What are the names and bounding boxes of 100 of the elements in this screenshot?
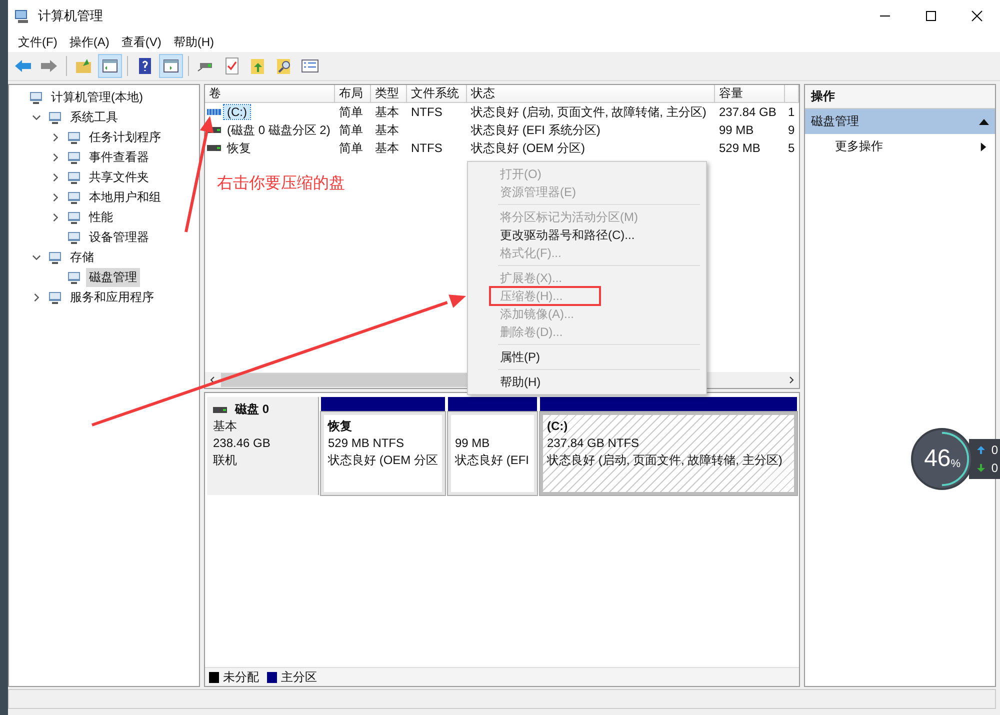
actions-section[interactable]: 磁盘管理	[805, 109, 995, 134]
tree-item[interactable]: 系统工具	[67, 108, 121, 126]
partition-status: 状态良好 (启动, 页面文件, 故障转储, 主分区)	[547, 452, 784, 469]
table-cell: 简单	[339, 104, 363, 118]
node-icon	[66, 149, 82, 165]
partition-size: 237.84 GB NTFS	[547, 435, 640, 452]
chevron-icon[interactable]	[51, 212, 60, 222]
partition-block[interactable]: (C:) 237.84 GB NTFS 状态良好 (启动, 页面文件, 故障转储, 主分区)	[540, 412, 797, 495]
table-cell: 基本	[375, 140, 399, 154]
node-icon	[47, 289, 63, 305]
partition-status: 状态良好 (OEM 分区	[328, 452, 438, 469]
menu-item[interactable]: 查看(V)	[115, 34, 168, 50]
tree-item[interactable]: 服务和应用程序	[67, 288, 157, 306]
chevron-icon[interactable]	[32, 252, 41, 262]
chevron-icon[interactable]	[51, 172, 60, 182]
tree-item[interactable]: 设备管理器	[86, 228, 152, 246]
column-header[interactable]: 状态	[467, 85, 715, 103]
tree-item[interactable]: 本地用户和组	[86, 188, 164, 206]
table-cell: 1	[788, 105, 795, 119]
legend-label: 未分配	[223, 668, 259, 686]
drive-icon	[213, 406, 227, 414]
submenu-triangle-icon	[980, 142, 987, 152]
table-cell: 237.84 GB	[719, 105, 776, 119]
table-cell: 99 MB	[719, 123, 754, 137]
table-cell: 基本	[375, 122, 399, 136]
column-header[interactable]: 容量	[715, 85, 785, 103]
column-header[interactable]: 卷	[205, 85, 335, 103]
disk-type: 基本	[213, 418, 238, 435]
gauge-value: 46	[924, 445, 951, 473]
table-cell: 简单	[339, 140, 363, 154]
volume-name[interactable]: (C:)	[224, 105, 250, 119]
up-arrow-icon	[977, 446, 986, 454]
gauge-unit: %	[950, 458, 961, 470]
partition-status: 状态良好 (EFI	[455, 452, 530, 469]
table-cell: 状态良好 (启动, 页面文件, 故障转储, 主分区)	[471, 104, 706, 118]
column-header[interactable]: 布局	[335, 85, 371, 103]
menu-item[interactable]: 帮助(H)	[470, 373, 704, 391]
window-title: 计算机管理	[38, 7, 103, 25]
node-icon	[66, 229, 82, 245]
table-cell: 状态良好 (OEM 分区)	[471, 140, 585, 154]
node-icon	[66, 209, 82, 225]
disk-size: 238.46 GB	[213, 435, 272, 452]
legend-label: 主分区	[281, 668, 317, 686]
disk-name: 磁盘 0	[235, 401, 270, 418]
volume-name[interactable]: (磁盘 0 磁盘分区 2)	[224, 122, 334, 138]
node-icon	[66, 269, 82, 285]
column-header[interactable]: 文件系统	[407, 85, 467, 103]
table-cell: NTFS	[411, 105, 442, 119]
chevron-icon[interactable]	[51, 152, 60, 162]
menu-item[interactable]: 文件(F)	[12, 34, 64, 50]
tree-item[interactable]: 磁盘管理	[86, 268, 140, 286]
down-arrow-icon	[977, 464, 986, 472]
node-icon	[28, 89, 44, 105]
tree-item[interactable]: 事件查看器	[86, 148, 152, 166]
table-cell: NTFS	[411, 141, 442, 155]
volume-name[interactable]: 恢复	[224, 140, 254, 156]
partition-size: 529 MB NTFS	[328, 435, 406, 452]
node-icon	[47, 249, 63, 265]
actions-header: 操作	[805, 85, 995, 109]
chevron-icon[interactable]	[32, 112, 41, 122]
node-icon	[66, 129, 82, 145]
node-icon	[66, 189, 82, 205]
chevron-icon[interactable]	[32, 292, 41, 302]
partition-title: 恢复	[328, 418, 353, 435]
panel-icon[interactable]	[99, 55, 121, 77]
tree-item[interactable]: 计算机管理(本地)	[48, 88, 146, 106]
partition-block[interactable]: 恢复 529 MB NTFS 状态良好 (OEM 分区	[321, 412, 445, 495]
menu-item[interactable]: 更改驱动器号和路径(C)...	[470, 226, 704, 244]
menu-item[interactable]: 属性(P)	[470, 348, 704, 366]
table-cell: 529 MB	[719, 141, 760, 155]
disk-status: 联机	[213, 452, 238, 469]
column-header[interactable]: 类型	[371, 85, 407, 103]
table-cell: 9	[788, 123, 795, 137]
striped-drive-icon	[207, 108, 221, 116]
upload-speed: 0	[991, 443, 998, 457]
section-title: 磁盘管理	[811, 113, 859, 130]
collapse-triangle-icon[interactable]	[979, 118, 989, 126]
download-speed: 0	[991, 461, 998, 475]
table-cell: 基本	[375, 104, 399, 118]
menu-item[interactable]: 帮助(H)	[167, 34, 220, 50]
drive-icon	[207, 144, 221, 152]
action-link[interactable]: 更多操作	[835, 138, 883, 155]
tree-item[interactable]: 共享文件夹	[86, 168, 152, 186]
node-icon	[47, 109, 63, 125]
partition-block[interactable]: 99 MB 状态良好 (EFI	[448, 412, 537, 495]
menu-item[interactable]: 操作(A)	[63, 34, 116, 50]
table-cell: 状态良好 (EFI 系统分区)	[471, 122, 600, 136]
annotation-text: 右击你要压缩的盘	[217, 174, 345, 194]
table-cell: 5	[788, 141, 795, 155]
node-icon	[66, 169, 82, 185]
tree-item[interactable]: 存储	[67, 248, 97, 266]
tree-item[interactable]: 性能	[86, 208, 116, 226]
chevron-icon[interactable]	[51, 192, 60, 202]
table-cell: 简单	[339, 122, 363, 136]
panel-icon[interactable]	[160, 55, 182, 77]
partition-title: (C:)	[547, 418, 569, 435]
tree-item[interactable]: 任务计划程序	[86, 128, 164, 146]
partition-size: 99 MB	[455, 435, 491, 452]
computer-icon	[14, 8, 30, 24]
chevron-icon[interactable]	[51, 132, 60, 142]
